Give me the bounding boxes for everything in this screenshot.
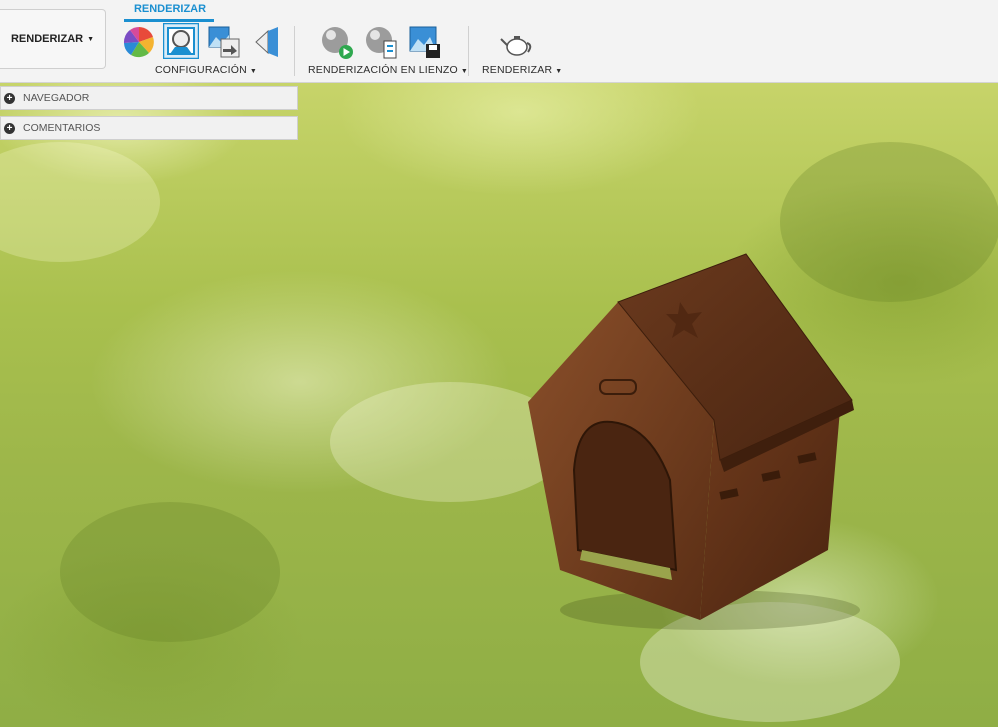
configuracion-dropdown[interactable]: CONFIGURACIÓN ▼ — [155, 64, 257, 76]
expand-plus-icon[interactable]: + — [4, 92, 15, 104]
scene-settings-icon[interactable] — [163, 23, 199, 59]
navegador-label: NAVEGADOR — [23, 92, 90, 104]
render-teapot-icon[interactable] — [500, 27, 534, 61]
grass-shadow — [60, 502, 280, 642]
group-separator — [294, 26, 295, 76]
chevron-down-icon: ▼ — [87, 35, 95, 43]
texture-map-icon[interactable] — [207, 25, 241, 59]
doghouse-model[interactable] — [520, 250, 860, 630]
expand-plus-icon[interactable]: + — [4, 122, 15, 134]
comentarios-label: COMENTARIOS — [23, 122, 101, 134]
decal-icon[interactable] — [250, 25, 284, 59]
chevron-down-icon: ▼ — [555, 68, 563, 75]
workspace-label: RENDERIZAR — [10, 33, 84, 45]
renderizar-group-label: RENDERIZAR — [482, 64, 553, 76]
appearance-icon[interactable] — [122, 25, 156, 59]
navegador-panel[interactable]: + NAVEGADOR — [0, 86, 298, 110]
chevron-down-icon: ▼ — [249, 68, 257, 75]
ribbon-toolbar: RENDERIZAR▼ RENDERIZAR CONFIGURACIÓN▼ — [0, 0, 998, 83]
comentarios-panel[interactable]: + COMENTARIOS — [0, 116, 298, 140]
capture-image-icon[interactable] — [408, 25, 442, 59]
chevron-down-icon: ▼ — [460, 68, 469, 75]
active-tab-indicator — [124, 19, 214, 22]
renderizar-dropdown[interactable]: RENDERIZAR ▼ — [482, 64, 562, 76]
in-canvas-render-icon[interactable] — [320, 25, 354, 59]
grass-highlight — [0, 142, 160, 262]
renderizacion-en-lienzo-label: RENDERIZACIÓN EN LIENZO — [308, 64, 458, 76]
renderizacion-en-lienzo-dropdown[interactable]: RENDERIZACIÓN EN LIENZO ▼ — [308, 64, 468, 76]
tab-renderizar[interactable]: RENDERIZAR — [126, 3, 214, 15]
configuracion-label: CONFIGURACIÓN — [155, 64, 247, 76]
workspace-switcher-button[interactable]: RENDERIZAR ▼ — [0, 9, 106, 69]
group-separator — [468, 26, 469, 76]
in-canvas-render-settings-icon[interactable] — [364, 25, 398, 59]
